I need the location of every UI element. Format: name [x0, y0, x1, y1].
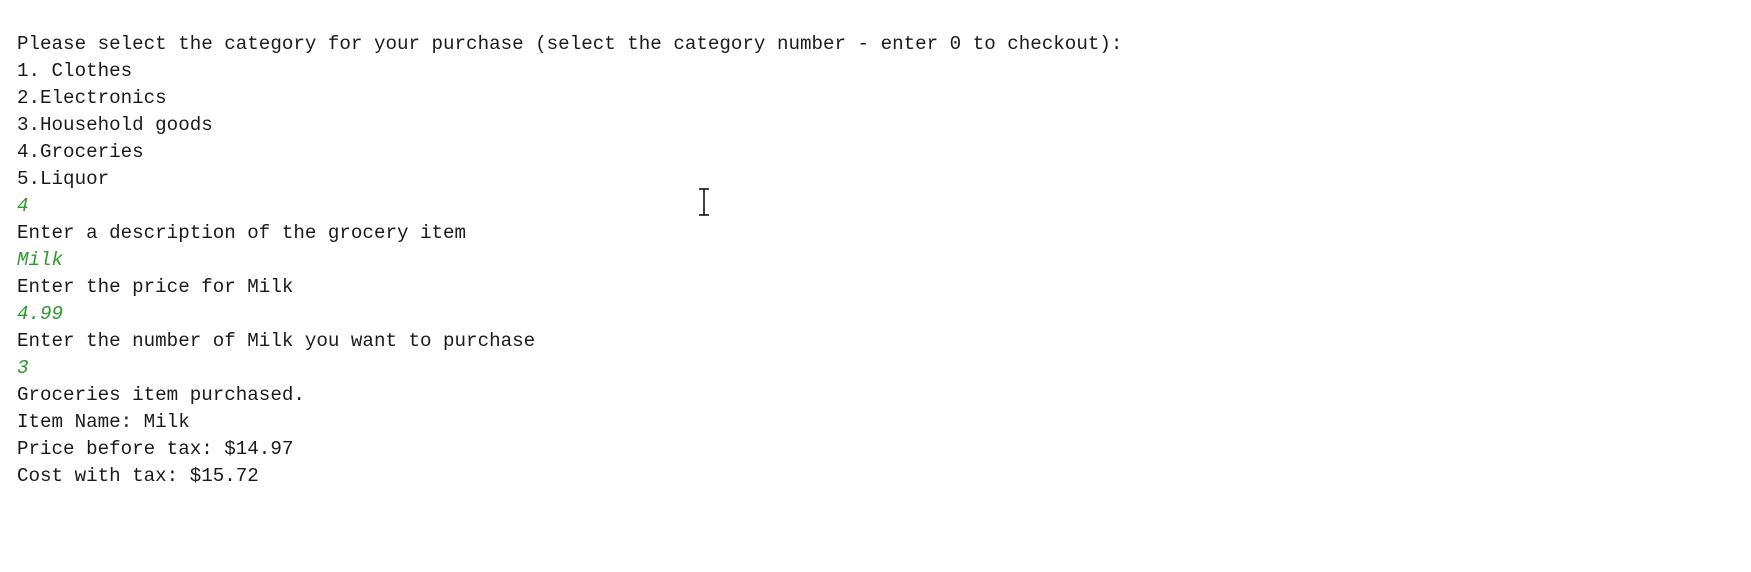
cost-with-tax: Cost with tax: $15.72: [17, 465, 259, 487]
category-prompt: Please select the category for your purc…: [17, 33, 1123, 55]
user-input-quantity: 3: [17, 357, 29, 379]
price-before-tax: Price before tax: $14.97: [17, 438, 294, 460]
purchase-confirmation: Groceries item purchased.: [17, 384, 305, 406]
console-output[interactable]: Please select the category for your purc…: [17, 31, 1122, 490]
menu-option-electronics: 2.Electronics: [17, 87, 167, 109]
user-input-price: 4.99: [17, 303, 64, 325]
item-name-summary: Item Name: Milk: [17, 411, 190, 433]
quantity-prompt: Enter the number of Milk you want to pur…: [17, 330, 536, 352]
text-cursor-icon: [699, 188, 709, 216]
menu-option-liquor: 5.Liquor: [17, 168, 110, 190]
menu-option-household-goods: 3.Household goods: [17, 114, 213, 136]
description-prompt: Enter a description of the grocery item: [17, 222, 467, 244]
user-input-description: Milk: [17, 249, 64, 271]
menu-option-groceries: 4.Groceries: [17, 141, 144, 163]
user-input-category: 4: [17, 195, 29, 217]
menu-option-clothes: 1. Clothes: [17, 60, 133, 82]
price-prompt: Enter the price for Milk: [17, 276, 294, 298]
